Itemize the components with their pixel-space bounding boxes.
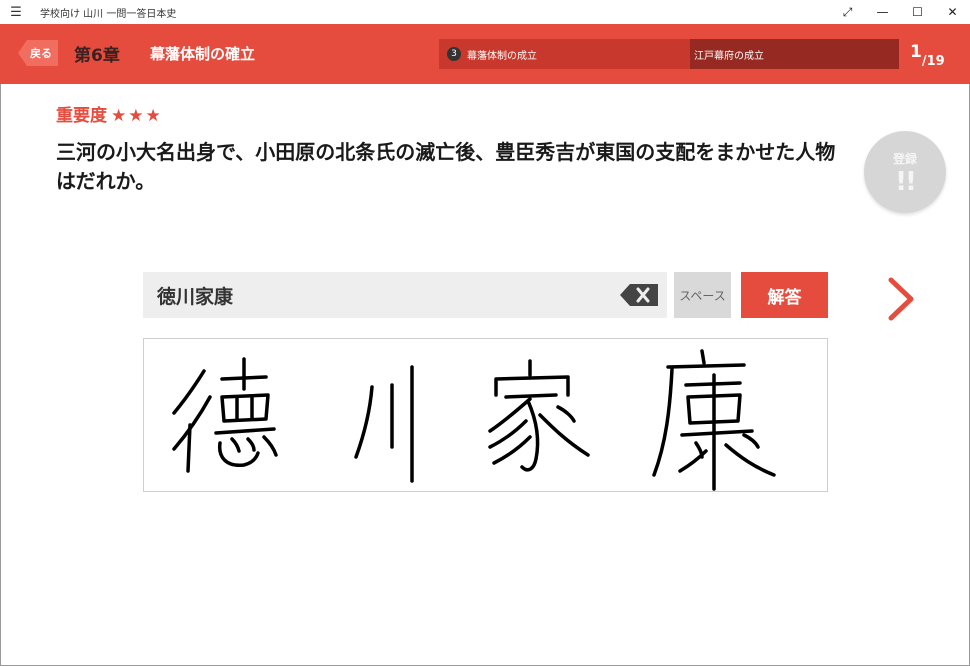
- chapter-title: 幕藩体制の確立: [150, 45, 256, 63]
- question-text: 三河の小大名出身で、小田原の北条氏の滅亡後、豊臣秀吉が東国の支配をまかせた人物は…: [56, 140, 836, 193]
- fullscreen-icon[interactable]: ⤢: [830, 0, 865, 24]
- window-frame: [0, 0, 970, 666]
- back-button[interactable]: 戻る: [18, 40, 58, 66]
- page-counter: 1/19: [910, 42, 945, 69]
- bookmark-label: 登録: [892, 151, 917, 166]
- close-icon[interactable]: ✕: [935, 0, 970, 24]
- importance-rating: 重要度 ★★★: [56, 101, 163, 126]
- submit-answer-button[interactable]: 解答: [741, 272, 828, 318]
- chapter-header: 戻る 第6章 幕藩体制の確立 3 幕藩体制の成立 江戸幕府の成立 1/19: [0, 24, 970, 84]
- page-total: /19: [921, 54, 945, 69]
- minimize-icon[interactable]: —: [865, 0, 900, 24]
- bookmark-button[interactable]: 登録 !!: [864, 131, 946, 213]
- answer-input[interactable]: 徳川家康: [143, 272, 667, 318]
- window-title: 学校向け 山川 一問一答日本史: [40, 8, 177, 20]
- backspace-icon[interactable]: [620, 284, 658, 306]
- breadcrumb-section: 3 幕藩体制の成立: [439, 39, 690, 69]
- next-chevron-icon[interactable]: [884, 276, 918, 322]
- space-button[interactable]: スペース: [674, 272, 731, 318]
- importance-label: 重要度: [56, 106, 107, 126]
- chapter-number: 第6章: [74, 46, 120, 66]
- star-icon: ★★★: [111, 106, 163, 126]
- answer-value: 徳川家康: [157, 285, 234, 308]
- breadcrumb: 3 幕藩体制の成立 江戸幕府の成立: [439, 39, 899, 69]
- title-bar: ☰ 学校向け 山川 一問一答日本史 ⤢ — ☐ ✕: [0, 0, 970, 24]
- breadcrumb-subsection: 江戸幕府の成立: [690, 39, 899, 69]
- page-current: 1: [910, 42, 922, 62]
- handwriting-strokes: [172, 349, 776, 491]
- double-exclamation-icon: !!: [895, 166, 917, 197]
- breadcrumb-section-label: 幕藩体制の成立: [467, 50, 537, 62]
- maximize-icon[interactable]: ☐: [900, 0, 935, 24]
- window-controls: ⤢ — ☐ ✕: [830, 0, 970, 24]
- hamburger-menu-icon[interactable]: ☰: [0, 0, 32, 24]
- breadcrumb-subsection-label: 江戸幕府の成立: [694, 50, 764, 62]
- section-number-badge: 3: [447, 47, 461, 61]
- handwriting-canvas[interactable]: [143, 338, 828, 492]
